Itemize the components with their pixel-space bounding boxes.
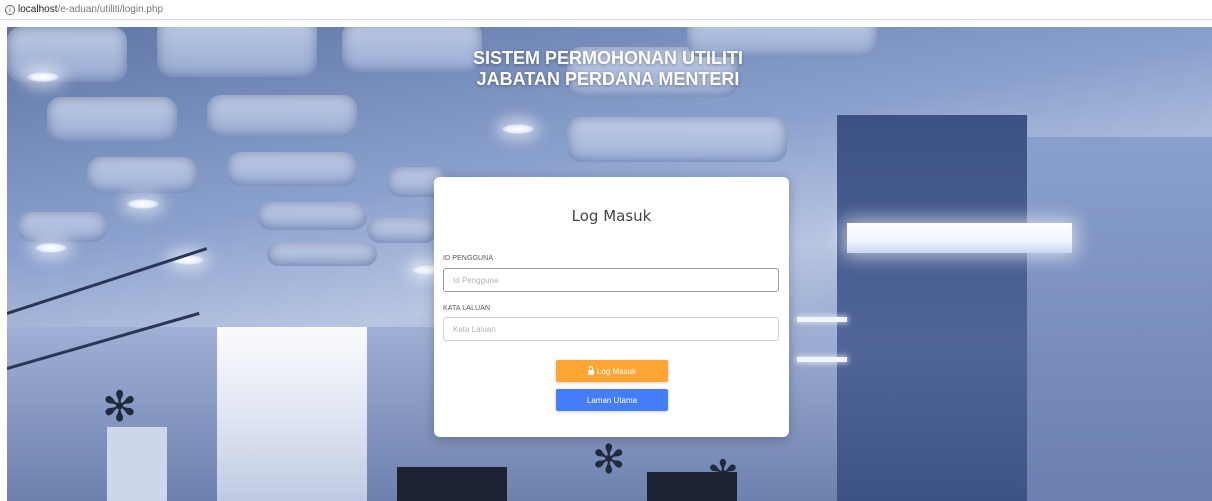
login-title: Log Masuk: [571, 207, 652, 225]
page-title: SISTEM PERMOHONAN UTILITI JABATAN PERDAN…: [418, 48, 798, 90]
home-button-label: Laman Utama: [586, 395, 638, 405]
ceiling-panel: [567, 117, 787, 162]
info-icon[interactable]: i: [5, 4, 15, 15]
plant-icon: ✻: [592, 437, 626, 483]
right-wall: [837, 115, 1027, 501]
login-card: Log Masuk ID PENGGUNA KATA LALUAN Log Ma…: [434, 177, 789, 437]
password-input[interactable]: [443, 317, 779, 341]
ceiling-lamp: [35, 243, 67, 253]
ceiling-lamp: [27, 72, 59, 82]
ceiling-panel: [47, 97, 177, 142]
title-line-2: JABATAN PERDANA MENTERI: [476, 69, 740, 89]
office-chairs: [647, 472, 737, 501]
ceiling-lamp: [127, 199, 159, 209]
password-label: KATA LALUAN: [443, 305, 491, 312]
office-chairs: [397, 467, 507, 501]
login-button-label: Log Masuk: [596, 366, 637, 376]
home-button[interactable]: Laman Utama: [556, 389, 668, 411]
ceiling-panel: [157, 27, 317, 77]
username-label: ID PENGGUNA: [443, 255, 494, 262]
window-light: [217, 327, 367, 501]
plant-icon: ✻: [102, 382, 138, 431]
ceiling-panel: [257, 202, 367, 230]
ceiling-panel: [17, 212, 107, 242]
url-path: /e-aduan/utiliti/login.php: [57, 4, 164, 15]
ceiling-panel: [227, 152, 357, 186]
glass-partition: [107, 427, 167, 501]
ceiling-panel: [207, 95, 357, 137]
address-bar[interactable]: i localhost/e-aduan/utiliti/login.php: [0, 0, 1212, 20]
wall-shelf: [797, 357, 847, 362]
title-line-1: SISTEM PERMOHONAN UTILITI: [473, 48, 743, 68]
ceiling-panel: [7, 27, 127, 82]
lock-icon: [587, 365, 594, 375]
wall-light-strip: [847, 223, 1072, 253]
login-button[interactable]: Log Masuk: [556, 360, 668, 382]
far-wall: [1027, 137, 1212, 501]
ceiling-panel: [267, 242, 377, 266]
wall-shelf: [797, 317, 847, 322]
ceiling-panel: [367, 217, 437, 243]
url-host: localhost: [18, 4, 58, 15]
ceiling-lamp: [502, 124, 534, 134]
ceiling-panel: [87, 157, 197, 193]
username-input[interactable]: [443, 268, 779, 292]
